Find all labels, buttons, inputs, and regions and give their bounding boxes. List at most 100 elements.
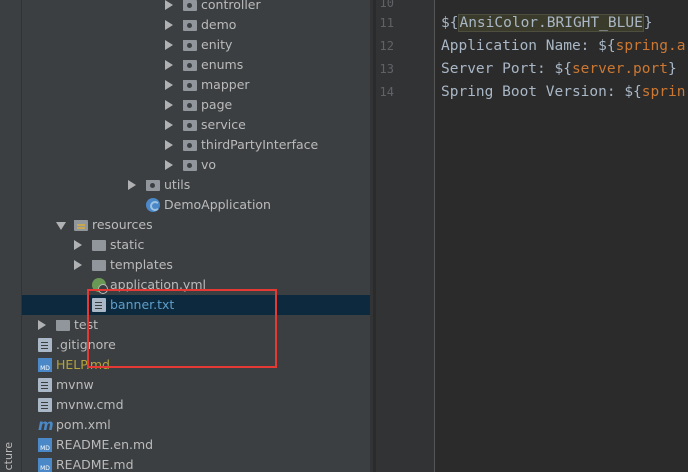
chevron-right-icon[interactable] <box>165 120 173 130</box>
code-text: } <box>667 61 677 77</box>
chevron-right-icon[interactable] <box>165 100 173 110</box>
chevron-right-icon[interactable] <box>74 240 82 250</box>
project-tool-window-tab[interactable]: cture <box>0 0 22 472</box>
line-number: 12 <box>379 39 394 53</box>
tree-item[interactable]: mvnw <box>22 375 370 395</box>
tree-item-label: utils <box>164 177 191 192</box>
code-text: Application Name: ${ <box>441 38 616 54</box>
line-number: 10 <box>379 0 394 10</box>
markdown-file-icon <box>38 438 52 452</box>
folder-icon <box>56 320 70 331</box>
tree-item[interactable]: utils <box>22 175 370 195</box>
tree-item[interactable]: demo <box>22 15 370 35</box>
tree-item-label: enums <box>201 57 244 72</box>
package-folder-icon <box>183 80 197 91</box>
chevron-right-icon[interactable] <box>165 140 173 150</box>
tree-item-label: resources <box>92 217 153 232</box>
markdown-file-icon <box>38 458 52 472</box>
package-folder-icon <box>183 20 197 31</box>
panel-splitter[interactable] <box>370 0 379 472</box>
chevron-right-icon[interactable] <box>165 40 173 50</box>
tree-item-label: templates <box>110 257 173 272</box>
chevron-right-icon[interactable] <box>165 0 173 10</box>
code-text: } <box>643 15 653 31</box>
tree-item-label: README.en.md <box>56 437 154 452</box>
tree-item-label: mvnw <box>56 377 94 392</box>
tree-item-label: service <box>201 117 246 132</box>
tree-item[interactable]: vo <box>22 155 370 175</box>
tree-item[interactable]: thirdPartyInterface <box>22 135 370 155</box>
package-folder-icon <box>183 100 197 111</box>
code-property: sprin <box>641 84 686 100</box>
code-text: ${ <box>441 15 459 31</box>
chevron-down-icon[interactable] <box>56 222 66 230</box>
side-tab-label: cture <box>2 441 15 470</box>
folder-icon <box>92 260 106 271</box>
chevron-right-icon[interactable] <box>128 180 136 190</box>
editor-gutter: 10 11 12 13 14 <box>379 0 435 472</box>
tree-item-label: controller <box>201 0 261 12</box>
tree-item[interactable]: README.md <box>22 455 370 472</box>
spring-boot-app-icon <box>146 198 160 212</box>
tree-item-label: mapper <box>201 77 250 92</box>
line-number: 11 <box>379 16 394 30</box>
tree-item[interactable]: page <box>22 95 370 115</box>
tree-item-label: pom.xml <box>56 417 111 432</box>
tree-item[interactable]: README.en.md <box>22 435 370 455</box>
tree-item[interactable]: enums <box>22 55 370 75</box>
tree-item[interactable]: DemoApplication <box>22 195 370 215</box>
chevron-right-icon[interactable] <box>165 20 173 30</box>
package-folder-icon <box>183 0 197 11</box>
tree-item-label: README.md <box>56 457 134 472</box>
splitter-bar <box>373 0 376 472</box>
code-line[interactable]: Application Name: ${spring.a <box>441 36 685 56</box>
folder-icon <box>92 240 106 251</box>
tree-item[interactable]: static <box>22 235 370 255</box>
tree-item-label: static <box>110 237 145 252</box>
code-editor[interactable]: ${AnsiColor.BRIGHT_BLUE} Application Name… <box>435 0 688 472</box>
tree-item-label: demo <box>201 17 237 32</box>
tree-item[interactable]: mapper <box>22 75 370 95</box>
tree-item-label: vo <box>201 157 217 172</box>
maven-pom-icon: m <box>38 416 54 434</box>
line-number: 14 <box>379 85 394 99</box>
chevron-right-icon[interactable] <box>38 320 46 330</box>
tree-item-label: enity <box>201 37 233 52</box>
code-text: Server Port: ${ <box>441 61 572 77</box>
tree-item[interactable]: resources <box>22 215 370 235</box>
package-folder-icon <box>183 140 197 151</box>
tree-item[interactable]: controller <box>22 0 370 15</box>
tree-item[interactable]: service <box>22 115 370 135</box>
code-placeholder-key: AnsiColor.BRIGHT_BLUE <box>458 14 644 32</box>
line-number: 13 <box>379 62 394 76</box>
code-property: server.port <box>571 61 668 77</box>
tree-item-label: page <box>201 97 233 112</box>
resources-folder-icon <box>74 220 88 231</box>
package-folder-icon <box>146 180 160 191</box>
tree-item-label: DemoApplication <box>164 197 271 212</box>
chevron-right-icon[interactable] <box>165 80 173 90</box>
tree-item[interactable]: mvnw.cmd <box>22 395 370 415</box>
project-tree: controller demo enity enums mapper page servic… <box>22 0 370 472</box>
package-folder-icon <box>183 40 197 51</box>
text-file-icon <box>38 398 52 412</box>
package-folder-icon <box>183 60 197 71</box>
tree-item-label: mvnw.cmd <box>56 397 124 412</box>
chevron-right-icon[interactable] <box>165 160 173 170</box>
annotation-highlight-box <box>87 289 277 368</box>
tree-item[interactable]: enity <box>22 35 370 55</box>
tree-item-label: thirdPartyInterface <box>201 137 319 152</box>
chevron-right-icon[interactable] <box>74 260 82 270</box>
package-folder-icon <box>183 120 197 131</box>
text-file-icon <box>38 338 52 352</box>
markdown-file-icon <box>38 358 52 372</box>
chevron-right-icon[interactable] <box>165 60 173 70</box>
tree-item[interactable]: templates <box>22 255 370 275</box>
tree-item[interactable]: m pom.xml <box>22 415 370 435</box>
code-line[interactable]: ${AnsiColor.BRIGHT_BLUE} <box>441 13 653 33</box>
code-property: spring.a <box>615 38 686 54</box>
code-line[interactable]: Spring Boot Version: ${sprin <box>441 82 685 102</box>
code-line[interactable]: Server Port: ${server.port} <box>441 59 677 79</box>
package-folder-icon <box>183 160 197 171</box>
text-file-icon <box>38 378 52 392</box>
